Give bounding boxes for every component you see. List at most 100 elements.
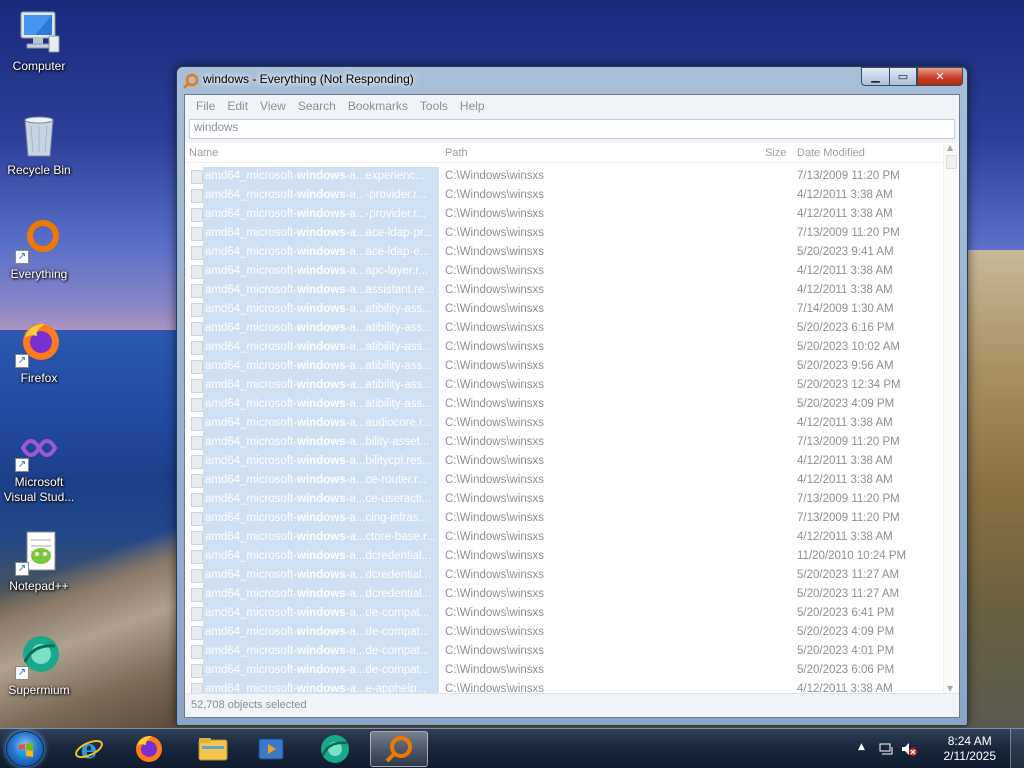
result-row[interactable]: amd64_microsoft-windows-a...e-apphelp...… [185,680,943,693]
results-list: Name Path Size Date Modified amd64_micro… [185,143,959,693]
result-name-suffix: -a...ce-router.r... [345,474,427,486]
taskbar-internet-explorer[interactable]: e [60,731,118,767]
clock[interactable]: 8:24 AM 2/11/2025 [944,734,997,764]
result-row[interactable]: amd64_microsoft-windows-a...de-compat...… [185,623,943,642]
taskbar-everything[interactable] [370,731,428,767]
result-path: C:\Windows\winsxs [445,455,545,467]
result-row[interactable]: amd64_microsoft-windows-a...dcredential.… [185,547,943,566]
file-icon [191,512,203,526]
network-icon[interactable] [878,741,894,757]
result-row[interactable]: amd64_microsoft-windows-a...cing-infras.… [185,509,943,528]
result-name: amd64_microsoft-windows-a...assistant.re… [203,281,439,300]
result-row[interactable]: amd64_microsoft-windows-a...ace-ldap-pr.… [185,224,943,243]
desktop-icon-supermium[interactable]: ↗ Supermium [0,632,78,698]
taskbar-file-explorer[interactable] [184,731,242,767]
desktop-icon-recycle-bin[interactable]: Recycle Bin [0,112,78,178]
search-input[interactable]: windows [189,119,955,139]
result-name-prefix: amd64_microsoft- [205,550,298,562]
result-row[interactable]: amd64_microsoft-windows-a...apc-layer.r.… [185,262,943,281]
file-icon [191,322,203,336]
result-name-suffix: -a...ctore-base.r... [345,531,436,543]
result-row[interactable]: amd64_microsoft-windows-a...bilitycpl.re… [185,452,943,471]
menu-help[interactable]: Help [454,99,491,113]
result-row[interactable]: amd64_microsoft-windows-a...atibility-as… [185,395,943,414]
result-row[interactable]: amd64_microsoft-windows-a...de-compat...… [185,642,943,661]
desktop-icon-notepadpp[interactable]: ↗ Notepad++ [0,528,78,594]
result-row[interactable]: amd64_microsoft-windows-a...ace-ldap-e..… [185,243,943,262]
scroll-up-icon[interactable]: ▲ [947,143,953,152]
shortcut-arrow-icon: ↗ [15,562,29,576]
result-path: C:\Windows\winsxs [445,284,545,296]
result-row[interactable]: amd64_microsoft-windows-a...audiocore.r.… [185,414,943,433]
file-icon [191,265,203,279]
result-row[interactable]: amd64_microsoft-windows-a...-provider.r.… [185,205,943,224]
result-row[interactable]: amd64_microsoft-windows-a...bility-asset… [185,433,943,452]
show-hidden-icons-icon[interactable]: ▲ [858,742,865,752]
result-row[interactable]: amd64_microsoft-windows-a...ce-router.r.… [185,471,943,490]
result-name-suffix: -a...de-compat... [345,607,430,619]
result-row[interactable]: amd64_microsoft-windows-a...atibility-as… [185,300,943,319]
result-name-prefix: amd64_microsoft- [205,189,298,201]
desktop-icon-firefox[interactable]: ↗ Firefox [0,320,78,386]
result-name-prefix: amd64_microsoft- [205,645,298,657]
vertical-scrollbar[interactable]: ▲ ▼ [943,143,959,693]
menu-search[interactable]: Search [292,99,342,113]
result-date: 7/13/2009 11:20 PM [797,227,900,239]
desktop-icon-label: Firefox [20,371,58,385]
close-button[interactable]: ✕ [917,67,963,86]
result-path: C:\Windows\winsxs [445,208,545,220]
result-row[interactable]: amd64_microsoft-windows-a...atibility-as… [185,357,943,376]
file-explorer-icon [198,738,228,761]
desktop-icon-visual-studio[interactable]: ↗ Microsoft Visual Stud... [0,424,78,505]
caption-buttons: ▁ ▭ ✕ [861,67,963,87]
menu-edit[interactable]: Edit [221,99,254,113]
result-row[interactable]: amd64_microsoft-windows-a...assistant.re… [185,281,943,300]
menu-file[interactable]: File [190,99,221,113]
result-path: C:\Windows\winsxs [445,341,545,353]
scrollbar-thumb[interactable] [946,155,957,169]
media-player-icon [258,738,284,760]
result-row[interactable]: amd64_microsoft-windows-a...dcredential.… [185,566,943,585]
result-row[interactable]: amd64_microsoft-windows-a...de-compat...… [185,604,943,623]
result-row[interactable]: amd64_microsoft-windows-a...ctore-base.r… [185,528,943,547]
menu-view[interactable]: View [254,99,292,113]
result-row[interactable]: amd64_microsoft-windows-a...-provider.r.… [185,186,943,205]
result-row[interactable]: amd64_microsoft-windows-a...experienc...… [185,167,943,186]
column-size-header[interactable]: Size [765,147,786,159]
result-date: 5/20/2023 9:56 AM [797,360,894,372]
result-name-highlight: windows [297,588,346,600]
minimize-button[interactable]: ▁ [861,67,889,86]
firefox-icon: ↗ [15,320,63,368]
file-icon [191,170,203,184]
menu-bookmarks[interactable]: Bookmarks [342,99,414,113]
menu-tools[interactable]: Tools [414,99,454,113]
taskbar-media-player[interactable] [242,731,300,767]
maximize-button[interactable]: ▭ [889,67,917,86]
result-row[interactable]: amd64_microsoft-windows-a...atibility-as… [185,319,943,338]
desktop-icon-computer[interactable]: Computer [0,8,78,74]
volume-muted-icon[interactable] [900,741,918,757]
clock-date: 2/11/2025 [943,749,997,763]
result-row[interactable]: amd64_microsoft-windows-a...de-compat...… [185,661,943,680]
column-name-header[interactable]: Name [189,147,218,159]
taskbar-firefox[interactable] [120,731,178,767]
result-row[interactable]: amd64_microsoft-windows-a...ce-useracti.… [185,490,943,509]
everything-window: windows - Everything (Not Responding) ▁ … [176,66,968,726]
taskbar-supermium[interactable] [306,731,364,767]
result-row[interactable]: amd64_microsoft-windows-a...atibility-as… [185,376,943,395]
column-date-header[interactable]: Date Modified [797,147,865,159]
result-name-prefix: amd64_microsoft- [205,626,298,638]
result-name: amd64_microsoft-windows-a...atibility-as… [203,319,439,338]
start-button[interactable] [6,731,44,767]
title-bar[interactable]: windows - Everything (Not Responding) ▁ … [177,67,967,95]
result-name: amd64_microsoft-windows-a...de-compat... [203,661,439,680]
desktop-icon-everything[interactable]: ↗ Everything [0,216,78,282]
column-path-header[interactable]: Path [445,147,468,159]
show-desktop-button[interactable] [1010,729,1024,768]
result-row[interactable]: amd64_microsoft-windows-a...atibility-as… [185,338,943,357]
file-icon [191,550,203,564]
result-date: 5/20/2023 4:09 PM [797,398,895,410]
scroll-down-icon[interactable]: ▼ [947,684,953,693]
result-name-suffix: -a...-provider.r... [345,189,427,201]
result-row[interactable]: amd64_microsoft-windows-a...dcredential.… [185,585,943,604]
